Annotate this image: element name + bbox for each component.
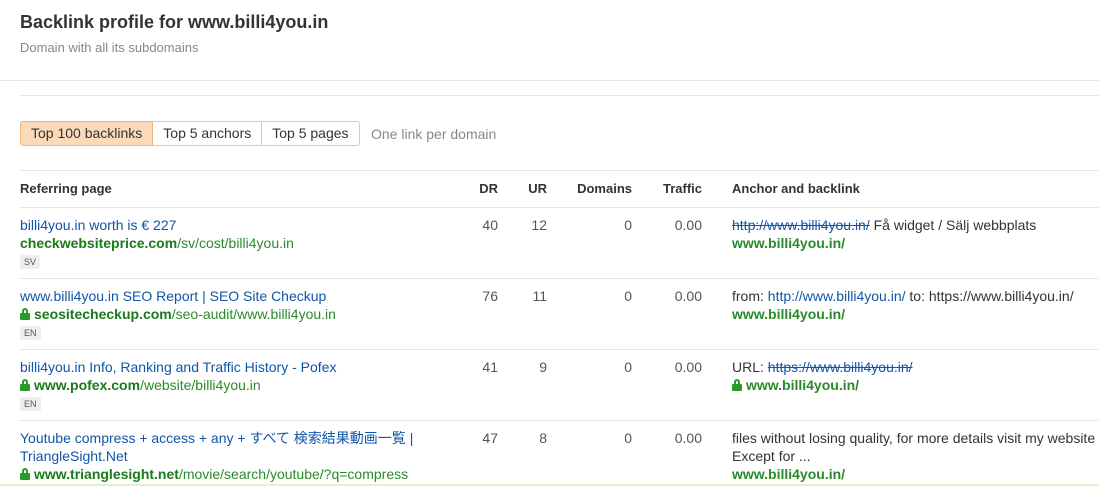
language-badge: EN — [20, 326, 41, 340]
traffic-value: 0.00 — [674, 430, 702, 446]
lost-anchor-link[interactable]: https://www.billi4you.in/ — [768, 359, 913, 375]
referring-domain: checkwebsiteprice.com — [20, 235, 178, 251]
traffic-value: 0.00 — [674, 217, 702, 233]
column-header-ur[interactable]: UR — [528, 181, 547, 196]
anchor-text: URL: https://www.billi4you.in/ — [732, 358, 913, 376]
column-header-dr[interactable]: DR — [479, 181, 498, 196]
column-header-referring-page[interactable]: Referring page — [20, 181, 112, 196]
row-divider — [20, 278, 1099, 279]
anchor-source-link[interactable]: http://www.billi4you.in/ — [768, 288, 906, 304]
referring-path: /seo-audit/www.billi4you.in — [171, 306, 336, 322]
ur-value: 12 — [531, 217, 547, 233]
traffic-value: 0.00 — [674, 288, 702, 304]
referring-domain: seositecheckup.com — [34, 306, 172, 322]
row-divider — [20, 349, 1099, 350]
backlink-target-link[interactable]: www.billi4you.in/ — [732, 465, 845, 483]
anchor-label: Få widget / Sälj webbplats — [869, 217, 1037, 233]
header-divider — [0, 80, 1099, 81]
referring-path: /movie/search/youtube/?q=compress — [178, 466, 409, 482]
domains-value: 0 — [624, 430, 632, 446]
column-header-traffic[interactable]: Traffic — [663, 181, 702, 196]
anchor-text: from: http://www.billi4you.in/ to: https… — [732, 287, 1074, 305]
one-link-per-domain-toggle[interactable]: One link per domain — [371, 126, 496, 142]
lock-icon — [20, 308, 30, 320]
referring-domain: www.trianglesight.net — [34, 466, 179, 482]
referring-page-title-link[interactable]: billi4you.in Info, Ranking and Traffic H… — [20, 358, 336, 376]
tab-top-5-anchors[interactable]: Top 5 anchors — [153, 121, 263, 146]
anchor-suffix: to: https://www.billi4you.in/ — [905, 288, 1074, 304]
backlink-target-link[interactable]: www.billi4you.in/ — [732, 234, 845, 252]
language-badge: SV — [20, 255, 41, 269]
referring-page-title-link[interactable]: billi4you.in worth is € 227 — [20, 216, 176, 234]
referring-page-title-link[interactable]: Youtube compress + access + any + すべて 検索… — [20, 429, 440, 465]
lock-icon — [20, 379, 30, 391]
bottom-edge — [0, 484, 1099, 486]
backlink-tabs: Top 100 backlinks Top 5 anchors Top 5 pa… — [20, 121, 360, 146]
row-divider — [20, 207, 1099, 208]
tab-top-5-pages[interactable]: Top 5 pages — [262, 121, 360, 146]
column-header-domains[interactable]: Domains — [577, 181, 632, 196]
domains-value: 0 — [624, 217, 632, 233]
lost-anchor-link[interactable]: http://www.billi4you.in/ — [732, 217, 870, 233]
ur-value: 8 — [539, 430, 547, 446]
ur-value: 11 — [532, 288, 547, 304]
referring-page-url-link[interactable]: www.pofex.com/website/billi4you.in — [20, 376, 261, 394]
anchor-prefix: from: — [732, 288, 768, 304]
domains-value: 0 — [624, 288, 632, 304]
traffic-value: 0.00 — [674, 359, 702, 375]
section-divider — [20, 95, 1099, 96]
anchor-text: http://www.billi4you.in/ Få widget / Säl… — [732, 216, 1036, 234]
lock-icon — [732, 379, 742, 391]
referring-domain: www.pofex.com — [34, 377, 141, 393]
page-subtitle: Domain with all its subdomains — [20, 40, 199, 55]
referring-page-url-link[interactable]: www.trianglesight.net/movie/search/youtu… — [20, 465, 408, 483]
page-title: Backlink profile for www.billi4you.in — [20, 12, 329, 32]
tab-top-100-backlinks[interactable]: Top 100 backlinks — [20, 121, 154, 146]
backlink-target-link[interactable]: www.billi4you.in/ — [732, 305, 845, 323]
anchor-prefix: URL: — [732, 359, 768, 375]
language-badge: EN — [20, 397, 41, 411]
lock-icon — [20, 468, 30, 480]
referring-page-url-link[interactable]: seositecheckup.com/seo-audit/www.billi4y… — [20, 305, 336, 323]
referring-path: /sv/cost/billi4you.in — [177, 235, 294, 251]
backlink-url: www.billi4you.in/ — [746, 377, 860, 393]
referring-path: /website/billi4you.in — [140, 377, 261, 393]
ur-value: 9 — [539, 359, 547, 375]
table-top-border — [20, 170, 1099, 171]
referring-page-url-link[interactable]: checkwebsiteprice.com/sv/cost/billi4you.… — [20, 234, 294, 252]
backlink-target-link[interactable]: www.billi4you.in/ — [732, 376, 859, 394]
column-header-anchor: Anchor and backlink — [732, 181, 860, 196]
anchor-text: files without losing quality, for more d… — [732, 430, 1096, 464]
domains-value: 0 — [624, 359, 632, 375]
row-divider — [20, 420, 1099, 421]
referring-page-title-link[interactable]: www.billi4you.in SEO Report | SEO Site C… — [20, 287, 326, 305]
